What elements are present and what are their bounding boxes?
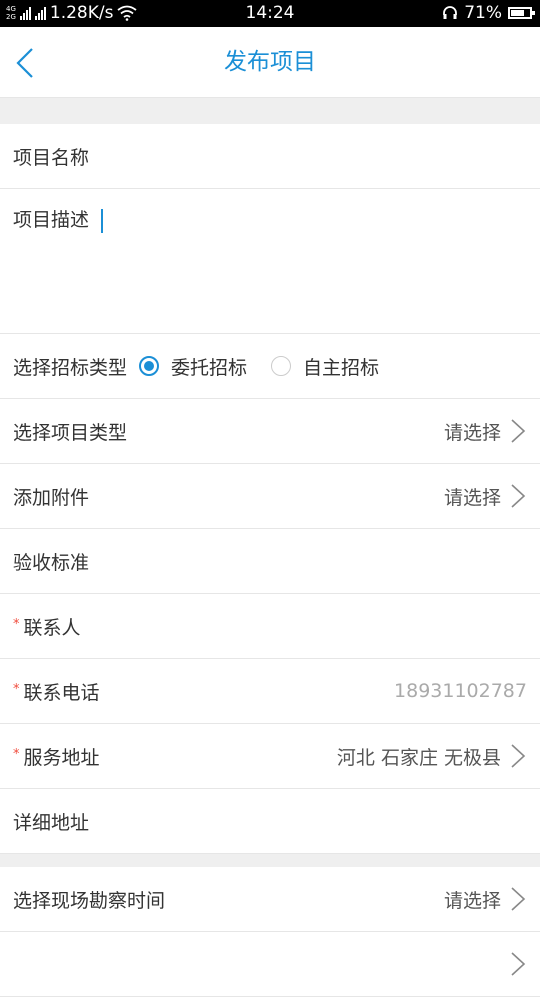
attachment-label: 添加附件 (13, 486, 90, 509)
phone-label: 联系电话 (23, 681, 100, 704)
required-mark: * (13, 616, 20, 632)
phone-field[interactable]: * 联系电话 18931102787 (0, 659, 540, 724)
project-type-row[interactable]: 选择项目类型 请选择 (0, 399, 540, 464)
radio-entrust-label[interactable]: 委托招标 (171, 353, 247, 380)
status-right: 71% (442, 3, 535, 23)
survey-time-row[interactable]: 选择现场勘察时间 请选择 (0, 867, 540, 932)
project-name-label: 项目名称 (13, 146, 90, 169)
address-label: 服务地址 (23, 746, 100, 769)
battery-icon (508, 7, 535, 19)
required-mark: * (13, 746, 20, 762)
phone-value-wrap: 18931102787 (394, 680, 527, 702)
survey-time-label: 选择现场勘察时间 (13, 889, 166, 912)
radio-self[interactable] (271, 356, 292, 376)
text-cursor (101, 208, 104, 233)
chevron-right-icon (511, 887, 526, 911)
project-desc-label: 项目描述 (13, 209, 90, 231)
detail-address-label: 详细地址 (13, 811, 90, 834)
contact-label: 联系人 (23, 616, 81, 639)
contact-field[interactable]: * 联系人 (0, 594, 540, 659)
chevron-right-icon (511, 952, 526, 976)
page-title: 发布项目 (224, 49, 316, 75)
radio-self-label[interactable]: 自主招标 (303, 353, 379, 380)
project-type-placeholder: 请选择 (443, 421, 501, 444)
project-desc-field[interactable]: 项目描述 (0, 189, 540, 334)
address-value: 河北 石家庄 无极县 (336, 746, 501, 769)
partial-row-chevron-wrap (501, 951, 527, 977)
acceptance-label: 验收标准 (13, 551, 90, 574)
bid-type-radio-group: 委托招标 自主招标 (139, 353, 403, 380)
chevron-right-icon (511, 484, 526, 508)
chevron-right-icon (511, 744, 526, 768)
bid-type-label: 选择招标类型 (13, 356, 128, 379)
section-divider (0, 98, 540, 124)
section-divider (0, 854, 540, 867)
battery-percent: 71% (464, 3, 502, 23)
phone-value: 18931102787 (394, 680, 527, 702)
attachment-value: 请选择 (444, 483, 527, 510)
project-type-value: 请选择 (444, 418, 527, 445)
battery-fill (511, 10, 524, 16)
survey-time-placeholder: 请选择 (443, 889, 501, 912)
address-row[interactable]: * 服务地址 河北 石家庄 无极县 (0, 724, 540, 789)
status-bar: 4G 2G 1.28K/s 14:24 71% (0, 0, 540, 27)
headset-icon (443, 6, 458, 19)
required-mark: * (13, 681, 20, 697)
project-name-field[interactable]: 项目名称 (0, 124, 540, 189)
chevron-right-icon (511, 419, 526, 443)
acceptance-field[interactable]: 验收标准 (0, 529, 540, 594)
attachment-row[interactable]: 添加附件 请选择 (0, 464, 540, 529)
nav-bar: 发布项目 (0, 27, 540, 98)
survey-time-value: 请选择 (444, 886, 527, 913)
partial-row[interactable] (0, 932, 540, 997)
attachment-placeholder: 请选择 (443, 486, 501, 509)
radio-entrust[interactable] (139, 356, 160, 376)
bid-type-row: 选择招标类型 委托招标 自主招标 (0, 334, 540, 399)
address-value-wrap: 河北 石家庄 无极县 (337, 743, 527, 770)
detail-address-field[interactable]: 详细地址 (0, 789, 540, 854)
project-type-label: 选择项目类型 (13, 421, 128, 444)
